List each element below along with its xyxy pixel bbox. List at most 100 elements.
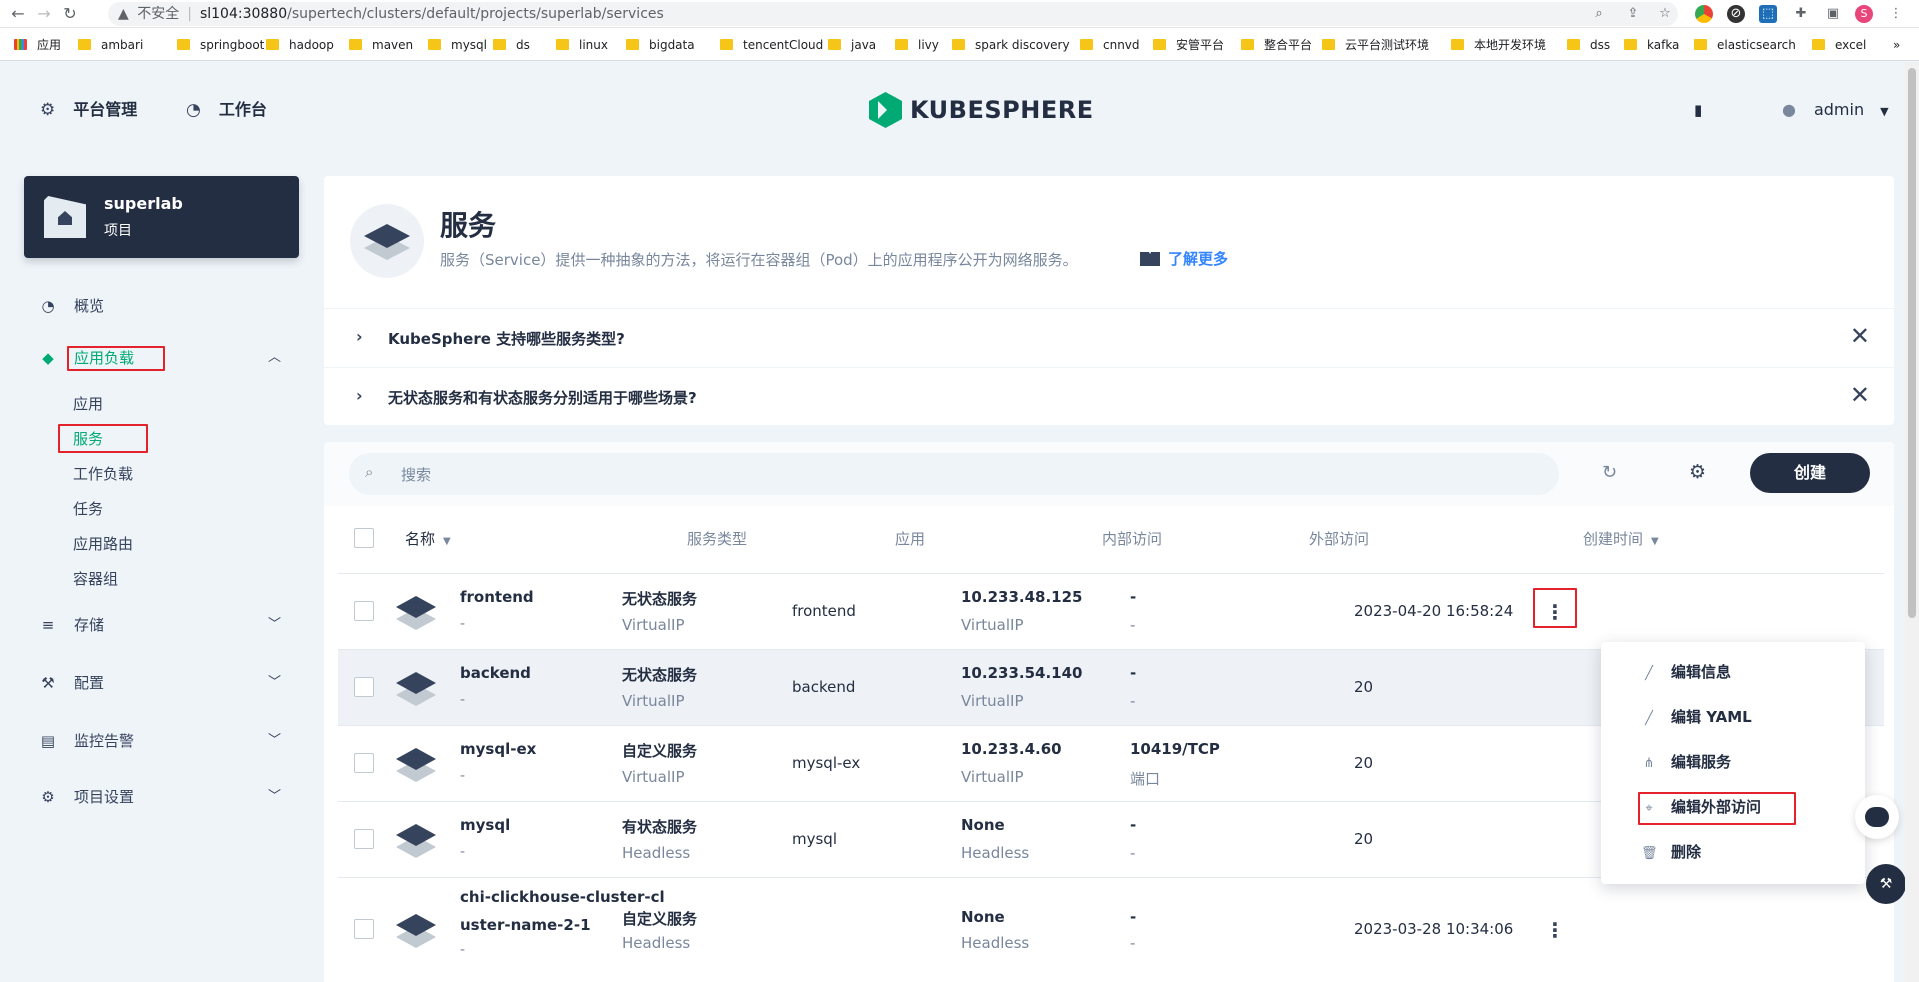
service-app[interactable]: backend	[792, 678, 855, 696]
bookmark-item[interactable]: springboot	[177, 37, 264, 53]
sidebar-subitem[interactable]: 工作负载	[73, 464, 133, 484]
bookmark-item[interactable]: spark discovery	[952, 37, 1070, 53]
create-button[interactable]: 创建	[1750, 453, 1870, 493]
bookmark-item[interactable]: java	[828, 37, 876, 53]
column-header-name[interactable]: 名称 ▼	[405, 528, 451, 549]
column-header-created[interactable]: 创建时间 ▼	[1583, 528, 1659, 549]
bookmark-item[interactable]: livy	[895, 37, 939, 53]
sort-down-icon: ▼	[1651, 536, 1659, 547]
row-checkbox[interactable]	[354, 919, 374, 939]
sidebar-item-overview[interactable]: ◔ 概览	[36, 294, 104, 318]
service-name[interactable]: chi-clickhouse-cluster-cl	[460, 888, 665, 906]
service-app[interactable]: mysql	[792, 830, 837, 848]
table-row[interactable]: frontend - 无状态服务 VirtualIP frontend 10.2…	[338, 573, 1884, 649]
sidebar-subitem[interactable]: 应用路由	[73, 534, 133, 554]
bookmark-item[interactable]: maven	[349, 37, 413, 53]
chrome-extension-icon[interactable]	[1695, 5, 1713, 23]
row-checkbox[interactable]	[354, 753, 374, 773]
menu-label: 编辑 YAML	[1671, 708, 1752, 726]
service-name[interactable]: frontend	[460, 588, 534, 606]
learn-more-link[interactable]: 了解更多	[1140, 248, 1228, 269]
bookmark-item[interactable]: mysql	[428, 37, 487, 53]
menu-item-edit-info[interactable]: ╱ 编辑信息	[1641, 660, 1731, 684]
sidebar-subitem[interactable]: 应用	[73, 394, 103, 414]
bookmark-item[interactable]: cnnvd	[1080, 37, 1140, 53]
table-row[interactable]: chi-clickhouse-cluster-cl uster-name-2-1…	[338, 877, 1884, 982]
star-icon[interactable]: ☆	[1656, 5, 1674, 23]
bookmark-item[interactable]: dss	[1567, 37, 1610, 53]
profile-avatar[interactable]: S	[1855, 5, 1873, 23]
reload-icon[interactable]: ↻	[60, 4, 80, 24]
sidebar-subitem[interactable]: 任务	[73, 499, 103, 519]
back-icon[interactable]: ←	[8, 4, 28, 24]
service-name[interactable]: backend	[460, 664, 531, 682]
bookmark-item[interactable]: 整合平台	[1241, 37, 1312, 53]
menu-icon[interactable]: ⋮	[1887, 5, 1905, 23]
service-icon	[396, 822, 436, 862]
menu-item-edit-service[interactable]: ⋔ 编辑服务	[1641, 750, 1731, 774]
bookmark-item[interactable]: 本地开发环境	[1451, 37, 1546, 53]
bookmark-item[interactable]: excel	[1812, 37, 1866, 53]
bookmark-item[interactable]: elasticsearch	[1694, 37, 1796, 53]
forward-icon[interactable]: →	[34, 4, 54, 24]
faq-item[interactable]: › KubeSphere 支持哪些服务类型? ✕	[324, 308, 1894, 367]
sidebar-item-config[interactable]: ⚒ 配置 ﹀	[36, 671, 281, 695]
select-all-checkbox[interactable]	[354, 528, 374, 548]
bookmark-item[interactable]: 云平台测试环境	[1322, 37, 1429, 53]
puzzle-icon[interactable]: ✚	[1792, 5, 1810, 23]
platform-management-link[interactable]: ⚙ 平台管理	[40, 100, 137, 120]
bookmark-item[interactable]: tencentCloud	[720, 37, 823, 53]
bookmark-item[interactable]: kafka	[1624, 37, 1679, 53]
share-icon[interactable]: ⇪	[1624, 5, 1642, 23]
bookmark-item[interactable]: ds	[493, 37, 530, 53]
more-actions-icon[interactable]: ⋮	[1540, 916, 1570, 946]
close-icon[interactable]: ✕	[1850, 322, 1870, 350]
service-name[interactable]: mysql	[460, 816, 510, 834]
service-app[interactable]: mysql-ex	[792, 754, 860, 772]
bookmark-label: elasticsearch	[1717, 38, 1796, 52]
more-bookmarks-icon[interactable]: »	[1893, 37, 1900, 53]
created-time: 2023-04-20 16:58:24	[1354, 602, 1514, 620]
refresh-icon[interactable]: ↻	[1602, 462, 1617, 483]
workbench-link[interactable]: ◔ 工作台	[186, 100, 267, 120]
close-icon[interactable]: ✕	[1850, 381, 1870, 409]
service-name-cont[interactable]: uster-name-2-1	[460, 916, 591, 934]
assistant-bot-icon[interactable]	[1855, 795, 1899, 839]
bookmark-item[interactable]: ambari	[78, 37, 143, 53]
gear-icon[interactable]: ⚙	[1689, 461, 1706, 483]
scrollbar[interactable]	[1905, 62, 1919, 982]
sidebar-item-settings[interactable]: ⚙ 项目设置 ﹀	[36, 785, 281, 809]
bookmark-item[interactable]: 应用	[14, 37, 61, 53]
menu-item-edit-yaml[interactable]: ╱ 编辑 YAML	[1641, 705, 1752, 729]
service-name[interactable]: mysql-ex	[460, 740, 536, 758]
bookmark-item[interactable]: hadoop	[266, 37, 334, 53]
row-checkbox[interactable]	[354, 829, 374, 849]
search-input[interactable]: ⌕ 搜索	[349, 453, 1559, 495]
row-checkbox[interactable]	[354, 601, 374, 621]
user-menu[interactable]: ● admin ▼	[1782, 100, 1889, 122]
toolbox-icon[interactable]: ⚒	[1866, 864, 1906, 904]
sidebar-item-monitoring[interactable]: ▤ 监控告警 ﹀	[36, 729, 281, 753]
bookmark-item[interactable]: bigdata	[626, 37, 695, 53]
bookmark-item[interactable]: linux	[556, 37, 608, 53]
faq-item[interactable]: › 无状态服务和有状态服务分别适用于哪些场景? ✕	[324, 367, 1894, 425]
ext-icon[interactable]: ⬚	[1759, 5, 1777, 23]
row-checkbox[interactable]	[354, 677, 374, 697]
menu-label: 编辑服务	[1671, 753, 1732, 771]
bookmark-item[interactable]: 安管平台	[1153, 37, 1224, 53]
sidebar-item-storage[interactable]: ≡ 存储 ﹀	[36, 613, 281, 637]
sidebar-subitem[interactable]: 容器组	[73, 569, 118, 589]
ext-icon[interactable]: ⊘	[1727, 5, 1745, 23]
created-time: 20	[1354, 830, 1374, 848]
scrollbar-thumb[interactable]	[1908, 68, 1916, 618]
zoom-icon[interactable]: ⌕	[1590, 5, 1608, 23]
project-card[interactable]: superlab 项目	[24, 176, 299, 258]
kubesphere-logo[interactable]: KUBESPHERE	[869, 92, 1094, 128]
docs-icon[interactable]: ▮	[1694, 100, 1702, 120]
service-app[interactable]: frontend	[792, 602, 856, 620]
url-field[interactable]: ▲ 不安全 | sl104:30880/supertech/clusters/def…	[108, 2, 1678, 26]
folder-icon	[556, 39, 569, 50]
menu-item-delete[interactable]: 🗑 删除	[1641, 840, 1701, 864]
sidepanel-icon[interactable]: ▣	[1824, 5, 1842, 23]
service-type: 无状态服务	[622, 590, 698, 608]
